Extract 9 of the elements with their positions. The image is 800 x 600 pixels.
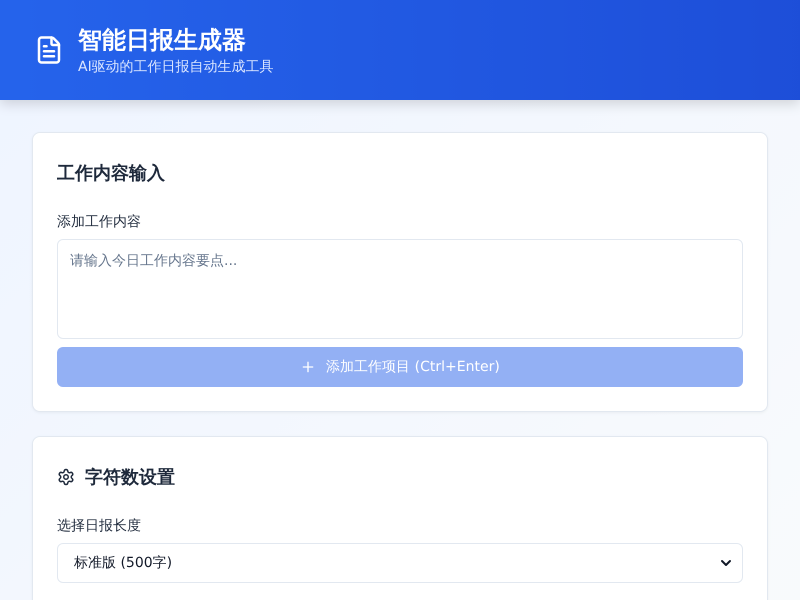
work-content-textarea[interactable]: 请输入今日工作内容要点...	[57, 239, 743, 339]
card-title: 字符数设置	[85, 466, 175, 489]
app-subtitle: AI驱动的工作日报自动生成工具	[78, 58, 274, 76]
card-title: 工作内容输入	[57, 162, 166, 185]
length-select[interactable]: 标准版 (500字)	[57, 543, 743, 583]
field-label: 添加工作内容	[57, 213, 142, 231]
app-title: 智能日报生成器	[78, 25, 247, 56]
settings-icon	[57, 468, 75, 486]
field-label: 选择日报长度	[57, 517, 142, 535]
